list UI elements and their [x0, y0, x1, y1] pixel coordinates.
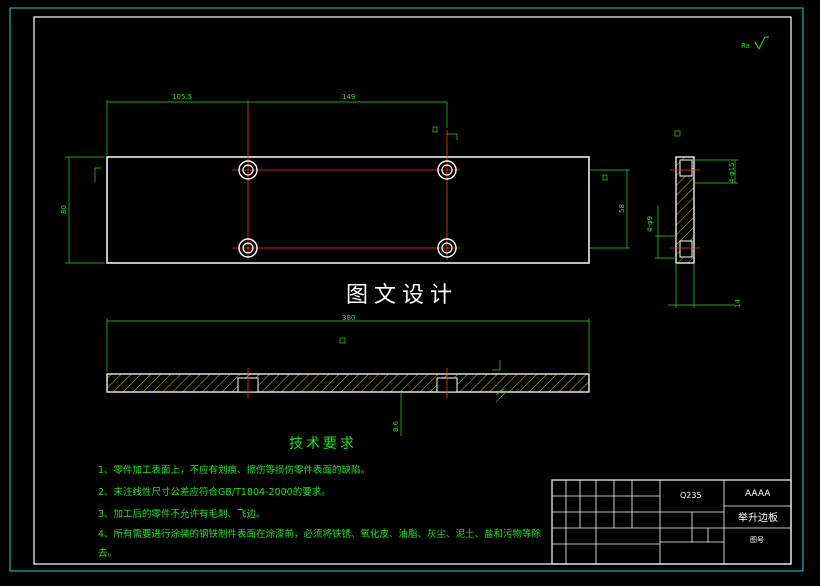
- tech-note-4: 4、所有需要进行涂装的钢铁制件表面在涂漆前，必须将铁锈、氧化皮、油脂、灰尘、泥土…: [98, 528, 542, 540]
- title-block-material: Q235: [680, 491, 702, 500]
- dim-4-phi9: 4-φ9: [646, 216, 654, 232]
- cad-drawing-canvas: Ra 105.5 149 80 58 4-φ15 4-φ9 14 图文设计 38…: [9, 7, 804, 572]
- surface-roughness-symbol: Ra: [741, 36, 769, 51]
- tech-req-title: 技术要求: [289, 436, 357, 452]
- dim-58: 58: [618, 204, 626, 213]
- tech-note-1: 1、零件加工表面上，不应有划痕、擦伤等损伤零件表面的缺陷。: [98, 464, 370, 476]
- dim-105-5: 105.5: [172, 93, 192, 101]
- dim-14: 14: [734, 299, 742, 308]
- title-block-company: AAAA: [745, 489, 771, 499]
- dim-380: 380: [342, 314, 355, 322]
- tech-note-3: 3、加工后的零件不允许有毛刺、飞边。: [98, 508, 266, 520]
- dim-8-6: 8.6: [392, 420, 400, 432]
- section-view: 380 8.6: [106, 314, 590, 436]
- dim-80: 80: [60, 205, 68, 214]
- roughness-label: Ra: [741, 42, 750, 50]
- dim-149: 149: [342, 93, 355, 101]
- watermark-text: 图文设计: [346, 283, 458, 308]
- front-view: 105.5 149 80 58: [60, 93, 630, 264]
- title-block-drawing-no-label: 图号: [750, 536, 764, 544]
- plate-outline: [106, 156, 590, 264]
- tech-note-2: 2、未注线性尺寸公差应符合GB/T1804-2000的要求。: [98, 486, 331, 498]
- title-block-part-name: 举升边板: [738, 511, 778, 524]
- tech-note-5: 去。: [98, 547, 117, 559]
- side-view: 4-φ15 4-φ9 14: [646, 130, 742, 308]
- technical-requirements: 技术要求 1、零件加工表面上，不应有划痕、擦伤等损伤零件表面的缺陷。 2、未注线…: [98, 436, 542, 559]
- dim-4-phi15: 4-φ15: [728, 162, 736, 183]
